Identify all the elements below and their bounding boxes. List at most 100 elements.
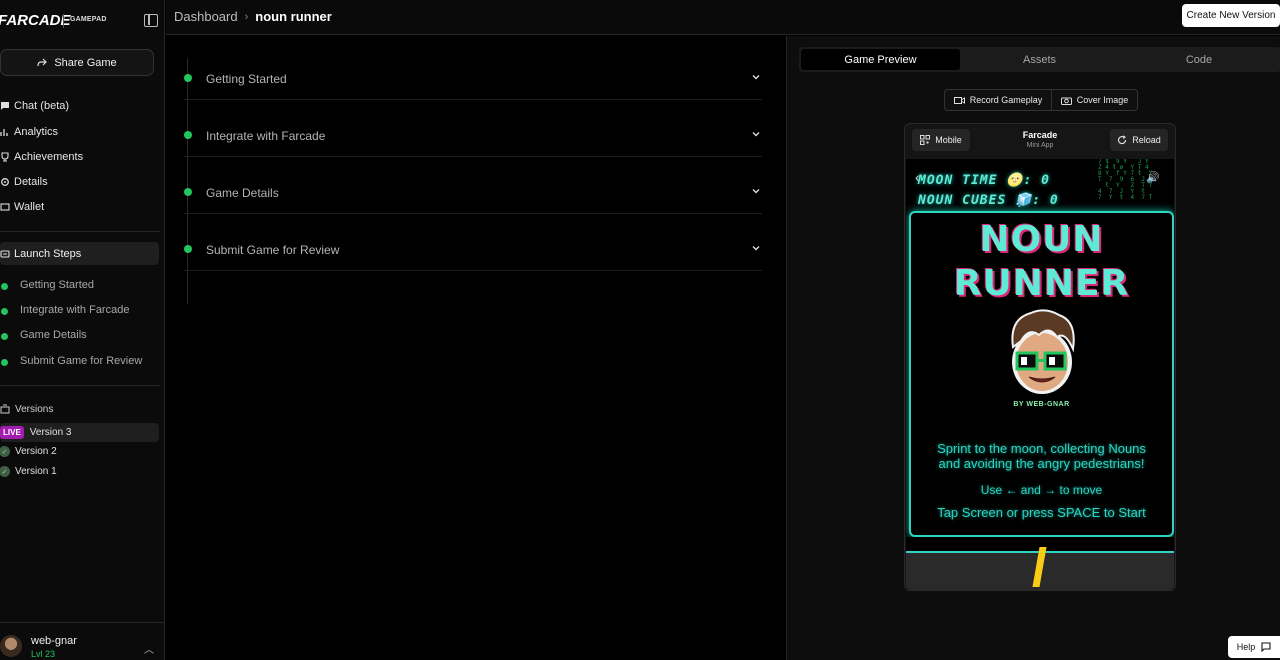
nav-chat-label: Chat (beta) [14,100,70,112]
cover-image-label: Cover Image [1076,95,1129,105]
chevron-down-icon[interactable] [750,71,762,83]
record-gameplay-button[interactable]: Record Gameplay [944,89,1052,111]
version-item[interactable]: ✓ Version 1 [0,462,159,481]
step-title: Integrate with Farcade [206,129,326,143]
reload-button[interactable]: Reload [1110,129,1168,151]
chevron-down-icon[interactable] [750,128,762,140]
brand-row: FARCADE GAMEPAD [0,10,165,32]
user-menu[interactable]: web-gnar Lvl 23 ︿ [0,622,165,660]
nav-achievements[interactable]: Achievements [0,147,83,167]
game-start-prompt: Tap Screen or press SPACE to Start [937,505,1146,520]
accordion-step[interactable]: Getting Started [184,43,762,100]
version-label: Version 3 [29,427,72,438]
check-icon: ✓ [0,446,10,457]
game-canvas[interactable]: 7 $ 9 Y J Y Z 4 ł ø Y T 4 8 Y f Y 7 ł Y … [906,159,1174,590]
step-status-dot [1,308,8,315]
step-status-dot [1,333,8,340]
versions-icon [0,404,10,414]
sidebar-toggle-icon[interactable] [144,14,158,27]
sidebar-divider [0,231,160,232]
step-title: Submit Game for Review [206,243,340,257]
share-game-button[interactable]: Share Game [0,49,154,76]
live-badge: LIVE [0,426,24,439]
camera-icon [1060,97,1072,105]
preview-toolbar: Record Gameplay Cover Image [944,89,1138,111]
launch-step-label: Integrate with Farcade [20,304,130,316]
help-button[interactable]: Help [1228,636,1280,658]
avatar [0,635,22,657]
cover-image-button[interactable]: Cover Image [1052,89,1138,111]
chevron-right-icon: › [244,10,249,23]
create-new-version-button[interactable]: Create New Version [1182,4,1280,27]
game-controls: Use ← and → to move [980,483,1103,497]
step-title: Game Details [206,186,279,200]
character-face-icon [1011,309,1075,394]
accordion-step[interactable]: Game Details [184,157,762,214]
chat-icon [0,101,10,111]
reload-label: Reload [1132,135,1161,145]
step-status-dot [1,283,8,290]
phone-frame: Mobile Farcade Mini App Reload 7 $ 9 Y J… [904,123,1176,591]
game-tagline-2: and avoiding the angry pedestrians! [938,456,1145,471]
speaker-icon[interactable]: 🔊 [1146,171,1160,184]
nav-analytics[interactable]: Analytics [0,122,58,142]
step-status-dot [184,74,192,82]
step-status-dot [184,245,192,253]
wallet-icon [0,202,10,212]
brand-logo[interactable]: FARCADE [0,12,71,29]
video-icon [953,96,965,104]
version-label: Version 2 [15,446,57,457]
matrix-rain-decoration: 7 $ 9 Y J Y Z 4 ł ø Y T 4 8 Y f Y 7 ł Y … [1098,159,1153,201]
sidebar-divider [0,385,160,386]
tab-assets[interactable]: Assets [960,49,1119,70]
launch-steps-accordion: Getting Started Integrate with Farcade G… [166,36,786,660]
nav-wallet[interactable]: Wallet [0,197,44,217]
user-level: Lvl 23 [31,649,56,659]
step-status-dot [1,359,8,366]
chevron-down-icon[interactable] [750,185,762,197]
nav-chat[interactable]: Chat (beta) [0,96,69,116]
nav-details-label: Details [14,176,48,188]
nav-achievements-label: Achievements [14,151,84,163]
launch-step-label: Getting Started [20,279,94,291]
brand-divider [63,14,64,28]
launch-step-label: Game Details [20,329,87,341]
preview-panel: Game Preview Assets Code Record Gameplay… [786,36,1280,660]
accordion-step[interactable]: Submit Game for Review [184,214,762,271]
game-byline: BY WEB-GNAR [1013,401,1070,408]
preview-tabs: Game Preview Assets Code [799,47,1280,72]
breadcrumb-dashboard[interactable]: Dashboard [174,9,238,24]
nav-wallet-label: Wallet [14,201,45,213]
nav-launch-steps[interactable]: Launch Steps [0,242,159,265]
phone-header: Mobile Farcade Mini App Reload [905,124,1175,157]
launch-step-label: Submit Game for Review [20,355,143,367]
accordion-step[interactable]: Integrate with Farcade [184,100,762,157]
game-title-line2: RUNNER [953,263,1130,304]
tab-code[interactable]: Code [1119,49,1279,70]
sidebar: FARCADE GAMEPAD Share Game Chat (beta) A… [0,0,165,660]
rocket-icon [0,249,10,259]
share-game-label: Share Game [54,56,117,69]
share-icon [37,58,48,66]
breadcrumb-current: noun runner [255,9,332,24]
record-gameplay-label: Record Gameplay [969,95,1043,105]
title-card: NOUN RUNNER BY WEB-GNAR Sprint to the mo… [909,211,1174,537]
breadcrumb: Dashboard › noun runner [174,9,332,24]
top-bar: Dashboard › noun runner Create New Versi… [166,0,1280,35]
versions-header: Versions [0,401,53,417]
game-tagline-1: Sprint to the moon, collecting Nouns [937,441,1146,456]
tab-game-preview[interactable]: Game Preview [801,49,960,70]
brand-sub: GAMEPAD [70,16,107,23]
message-icon [1261,642,1271,652]
chevron-up-icon[interactable]: ︿ [144,641,154,656]
game-title-line1: NOUN [979,219,1104,260]
version-item[interactable]: ✓ Version 2 [0,442,159,461]
step-status-dot [184,131,192,139]
nav-details[interactable]: Details [0,172,48,192]
nav-analytics-label: Analytics [14,126,59,138]
help-label: Help [1236,642,1256,652]
step-title: Getting Started [206,72,287,86]
version-label: Version 1 [15,466,57,477]
version-item[interactable]: LIVE Version 3 [0,423,159,442]
chevron-down-icon[interactable] [750,242,762,254]
